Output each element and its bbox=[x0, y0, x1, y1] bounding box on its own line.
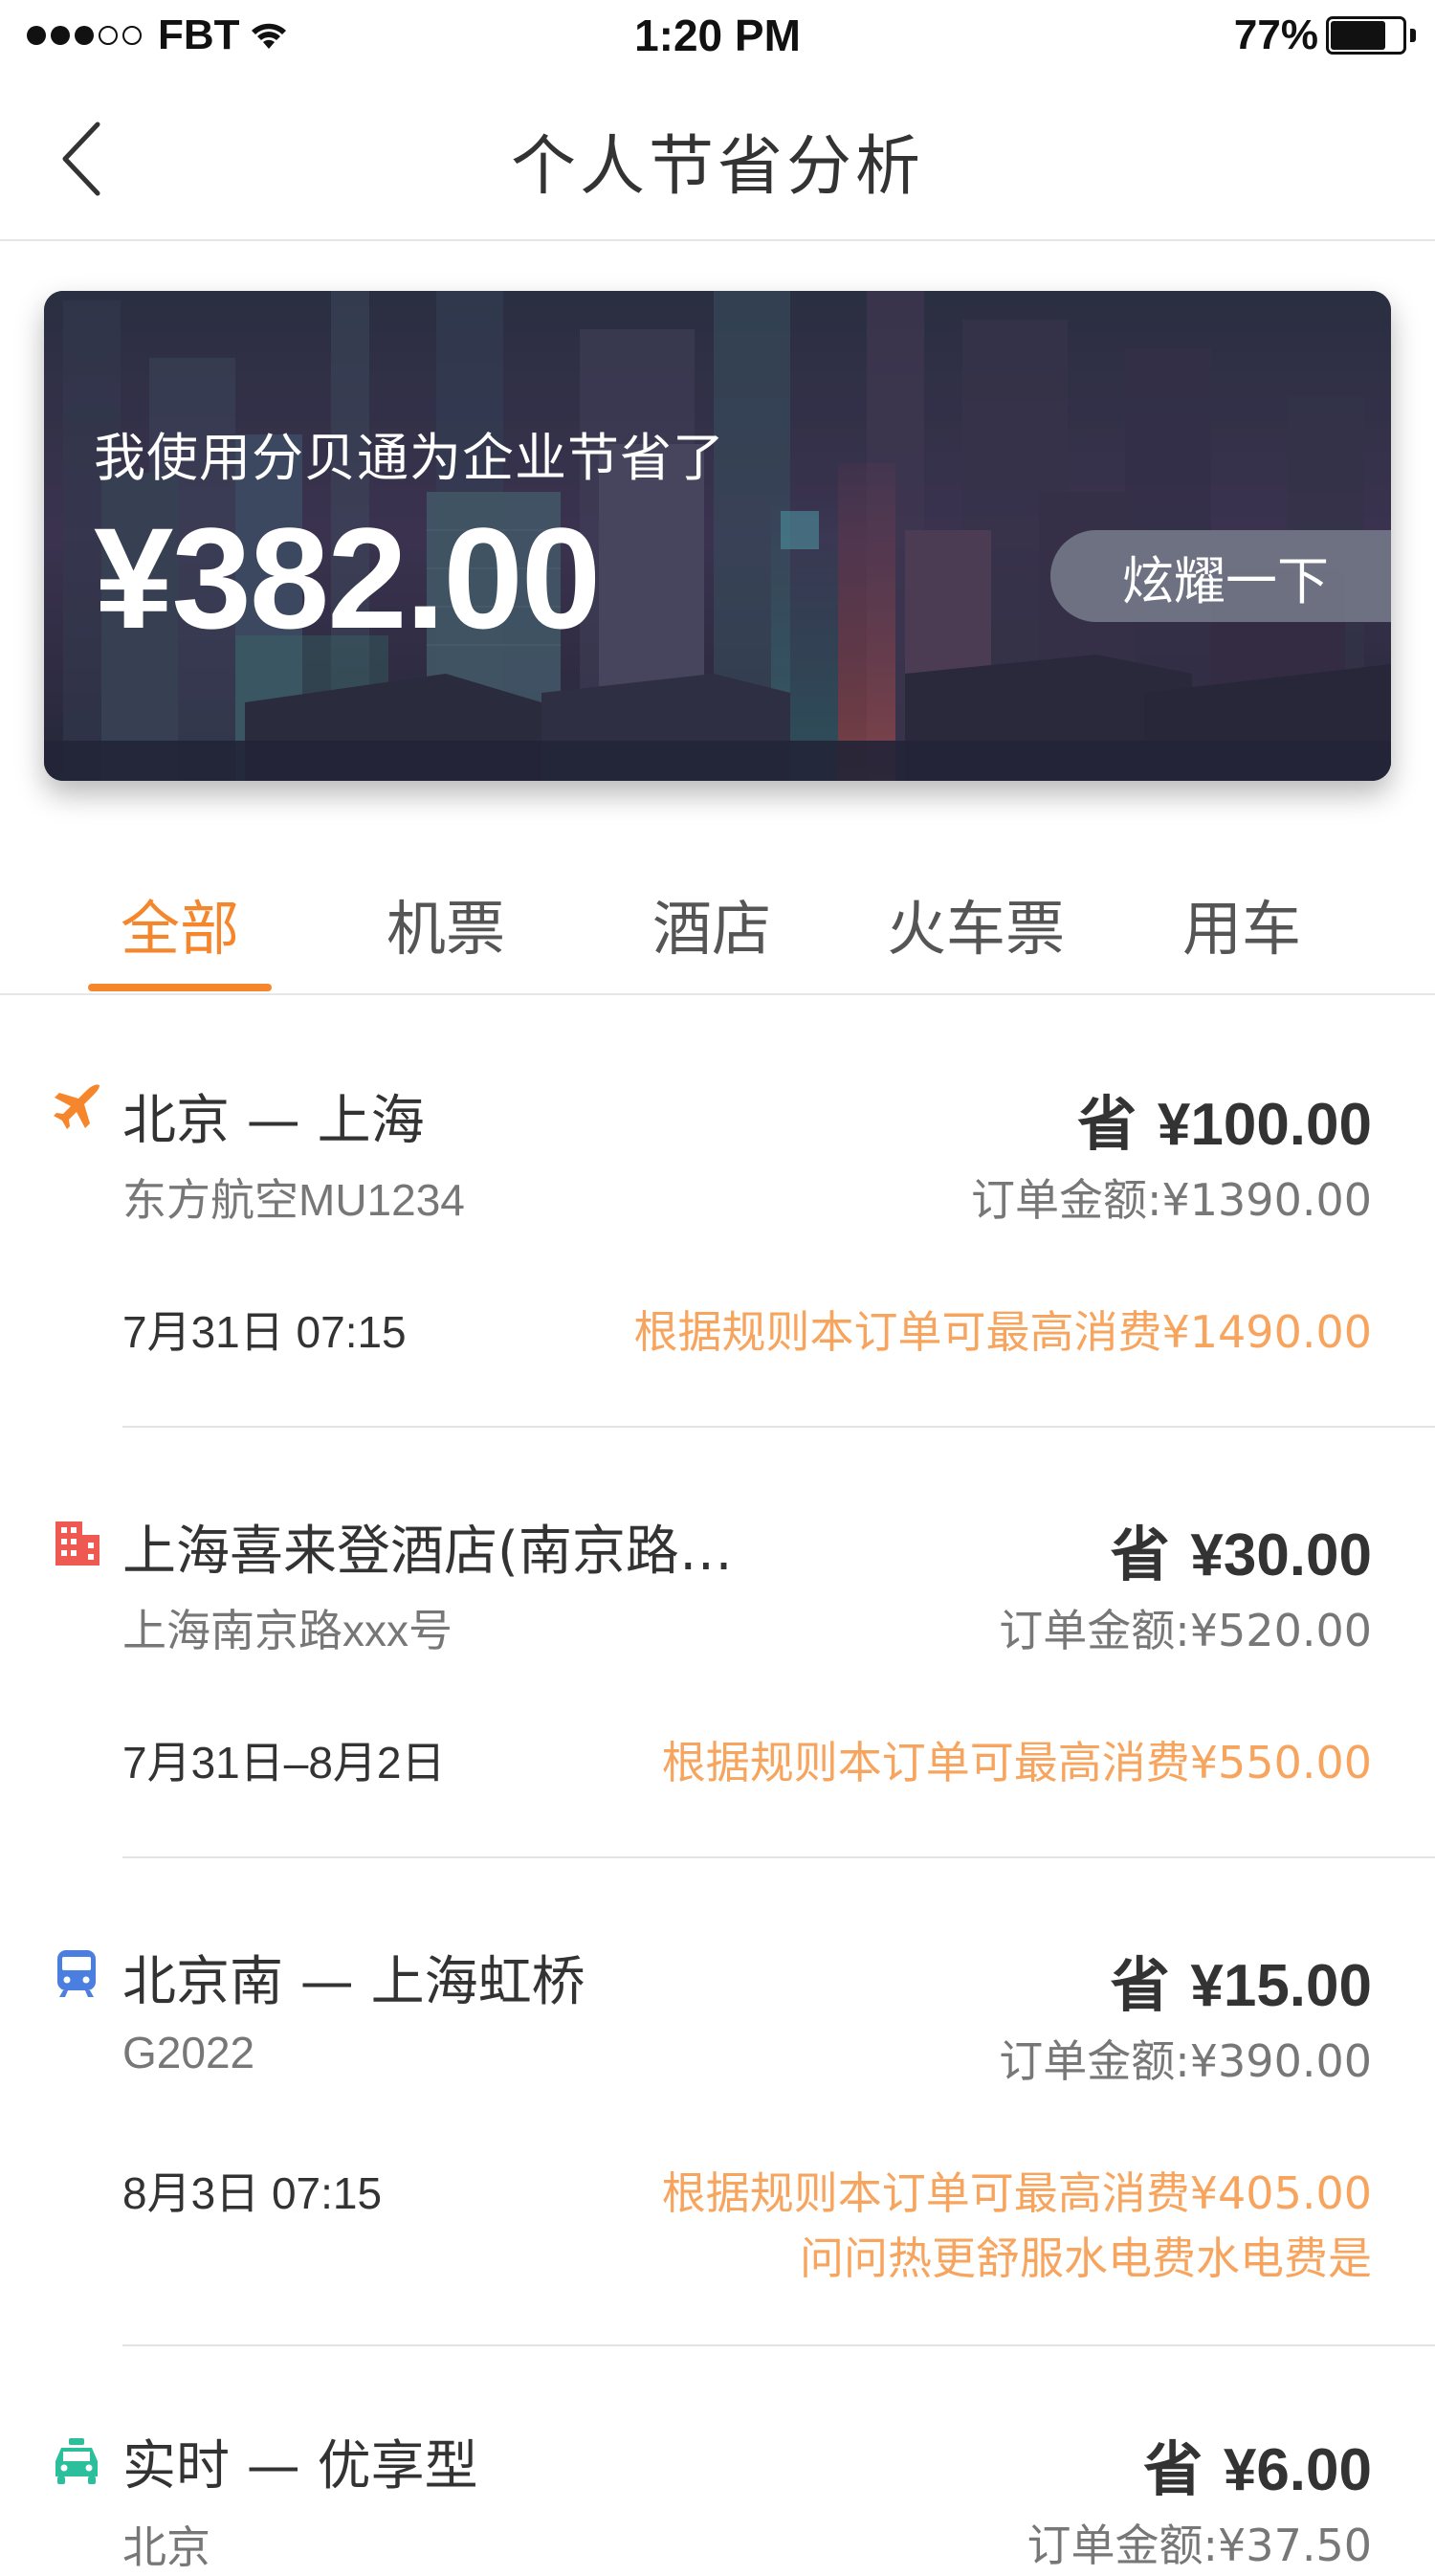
category-tabs: 全部 机票 酒店 火车票 用车 bbox=[0, 842, 1435, 995]
tab-cars[interactable]: 用车 bbox=[1127, 880, 1357, 966]
nav-bar: 个人节省分析 bbox=[0, 73, 1435, 241]
saved-amount: 省 ¥30.00 bbox=[1110, 1520, 1372, 1589]
hotel-icon bbox=[55, 1521, 99, 1566]
policy-limit: 根据规则本订单可最高消费¥1490.00 bbox=[633, 1306, 1373, 1358]
saved-amount: 省 ¥100.00 bbox=[1077, 1089, 1372, 1159]
divider bbox=[122, 1856, 1435, 1858]
order-total: 订单金额:¥1390.00 bbox=[971, 1174, 1372, 1226]
share-button[interactable]: 炫耀一下 bbox=[1050, 530, 1391, 622]
order-title: 北京南 — 上海虹桥 bbox=[122, 1951, 585, 2013]
list-item[interactable]: 实时 — 优享型 北京 省 ¥6.00 订单金额:¥37.50 bbox=[0, 2394, 1435, 2572]
train-icon bbox=[57, 1950, 96, 1997]
active-tab-indicator bbox=[88, 984, 272, 991]
battery-percent: 77% bbox=[1233, 11, 1318, 58]
policy-limit: 根据规则本订单可最高消费¥405.00 bbox=[661, 2167, 1372, 2219]
saved-amount: 省 ¥6.00 bbox=[1143, 2434, 1372, 2504]
status-right: 77% bbox=[1234, 11, 1416, 59]
tab-all[interactable]: 全部 bbox=[65, 880, 295, 966]
order-date: 8月3日 07:15 bbox=[122, 2168, 383, 2218]
tab-trains[interactable]: 火车票 bbox=[861, 880, 1091, 966]
plane-icon bbox=[54, 1084, 99, 1129]
order-subtitle: 北京 bbox=[122, 2522, 210, 2572]
order-subtitle: 东方航空MU1234 bbox=[122, 1175, 465, 1225]
order-title: 实时 — 优享型 bbox=[122, 2435, 478, 2498]
order-title: 上海喜来登酒店(南京路… bbox=[122, 1521, 733, 1583]
savings-caption: 我使用分贝通为企业节省了 bbox=[94, 428, 725, 488]
saved-amount: 省 ¥15.00 bbox=[1110, 1950, 1372, 2020]
tab-hotels[interactable]: 酒店 bbox=[597, 880, 827, 966]
policy-note: 问问热更舒服水电费水电费是 bbox=[800, 2232, 1372, 2284]
order-date: 7月31日–8月2日 bbox=[122, 1738, 446, 1788]
savings-total: ¥382.00 bbox=[94, 498, 601, 658]
divider bbox=[122, 2344, 1435, 2346]
divider bbox=[122, 1426, 1435, 1428]
order-date: 7月31日 07:15 bbox=[122, 1307, 407, 1357]
order-subtitle: 上海南京路xxx号 bbox=[122, 1606, 453, 1655]
tab-flights[interactable]: 机票 bbox=[331, 880, 561, 966]
status-time: 1:20 PM bbox=[634, 11, 801, 60]
list-item[interactable]: 北京南 — 上海虹桥 G2022 8月3日 07:15 省 ¥15.00 订单金… bbox=[0, 1904, 1435, 2344]
savings-banner: 我使用分贝通为企业节省了 ¥382.00 炫耀一下 bbox=[44, 291, 1391, 781]
list-item[interactable]: 上海喜来登酒店(南京路… 上海南京路xxx号 7月31日–8月2日 省 ¥30.… bbox=[0, 1474, 1435, 1856]
car-icon bbox=[55, 2438, 98, 2484]
order-total: 订单金额:¥390.00 bbox=[999, 2035, 1372, 2087]
order-title: 北京 — 上海 bbox=[122, 1090, 425, 1152]
order-total: 订单金额:¥520.00 bbox=[999, 1605, 1372, 1656]
policy-limit: 根据规则本订单可最高消费¥550.00 bbox=[661, 1737, 1372, 1788]
order-total: 订单金额:¥37.50 bbox=[1027, 2520, 1372, 2571]
list-item[interactable]: 北京 — 上海 东方航空MU1234 7月31日 07:15 省 ¥100.00… bbox=[0, 1043, 1435, 1426]
page-title: 个人节省分析 bbox=[510, 129, 924, 205]
battery-icon bbox=[1326, 16, 1416, 55]
status-bar: FBT 1:20 PM 77% bbox=[0, 0, 1435, 73]
order-subtitle: G2022 bbox=[122, 2028, 255, 2077]
